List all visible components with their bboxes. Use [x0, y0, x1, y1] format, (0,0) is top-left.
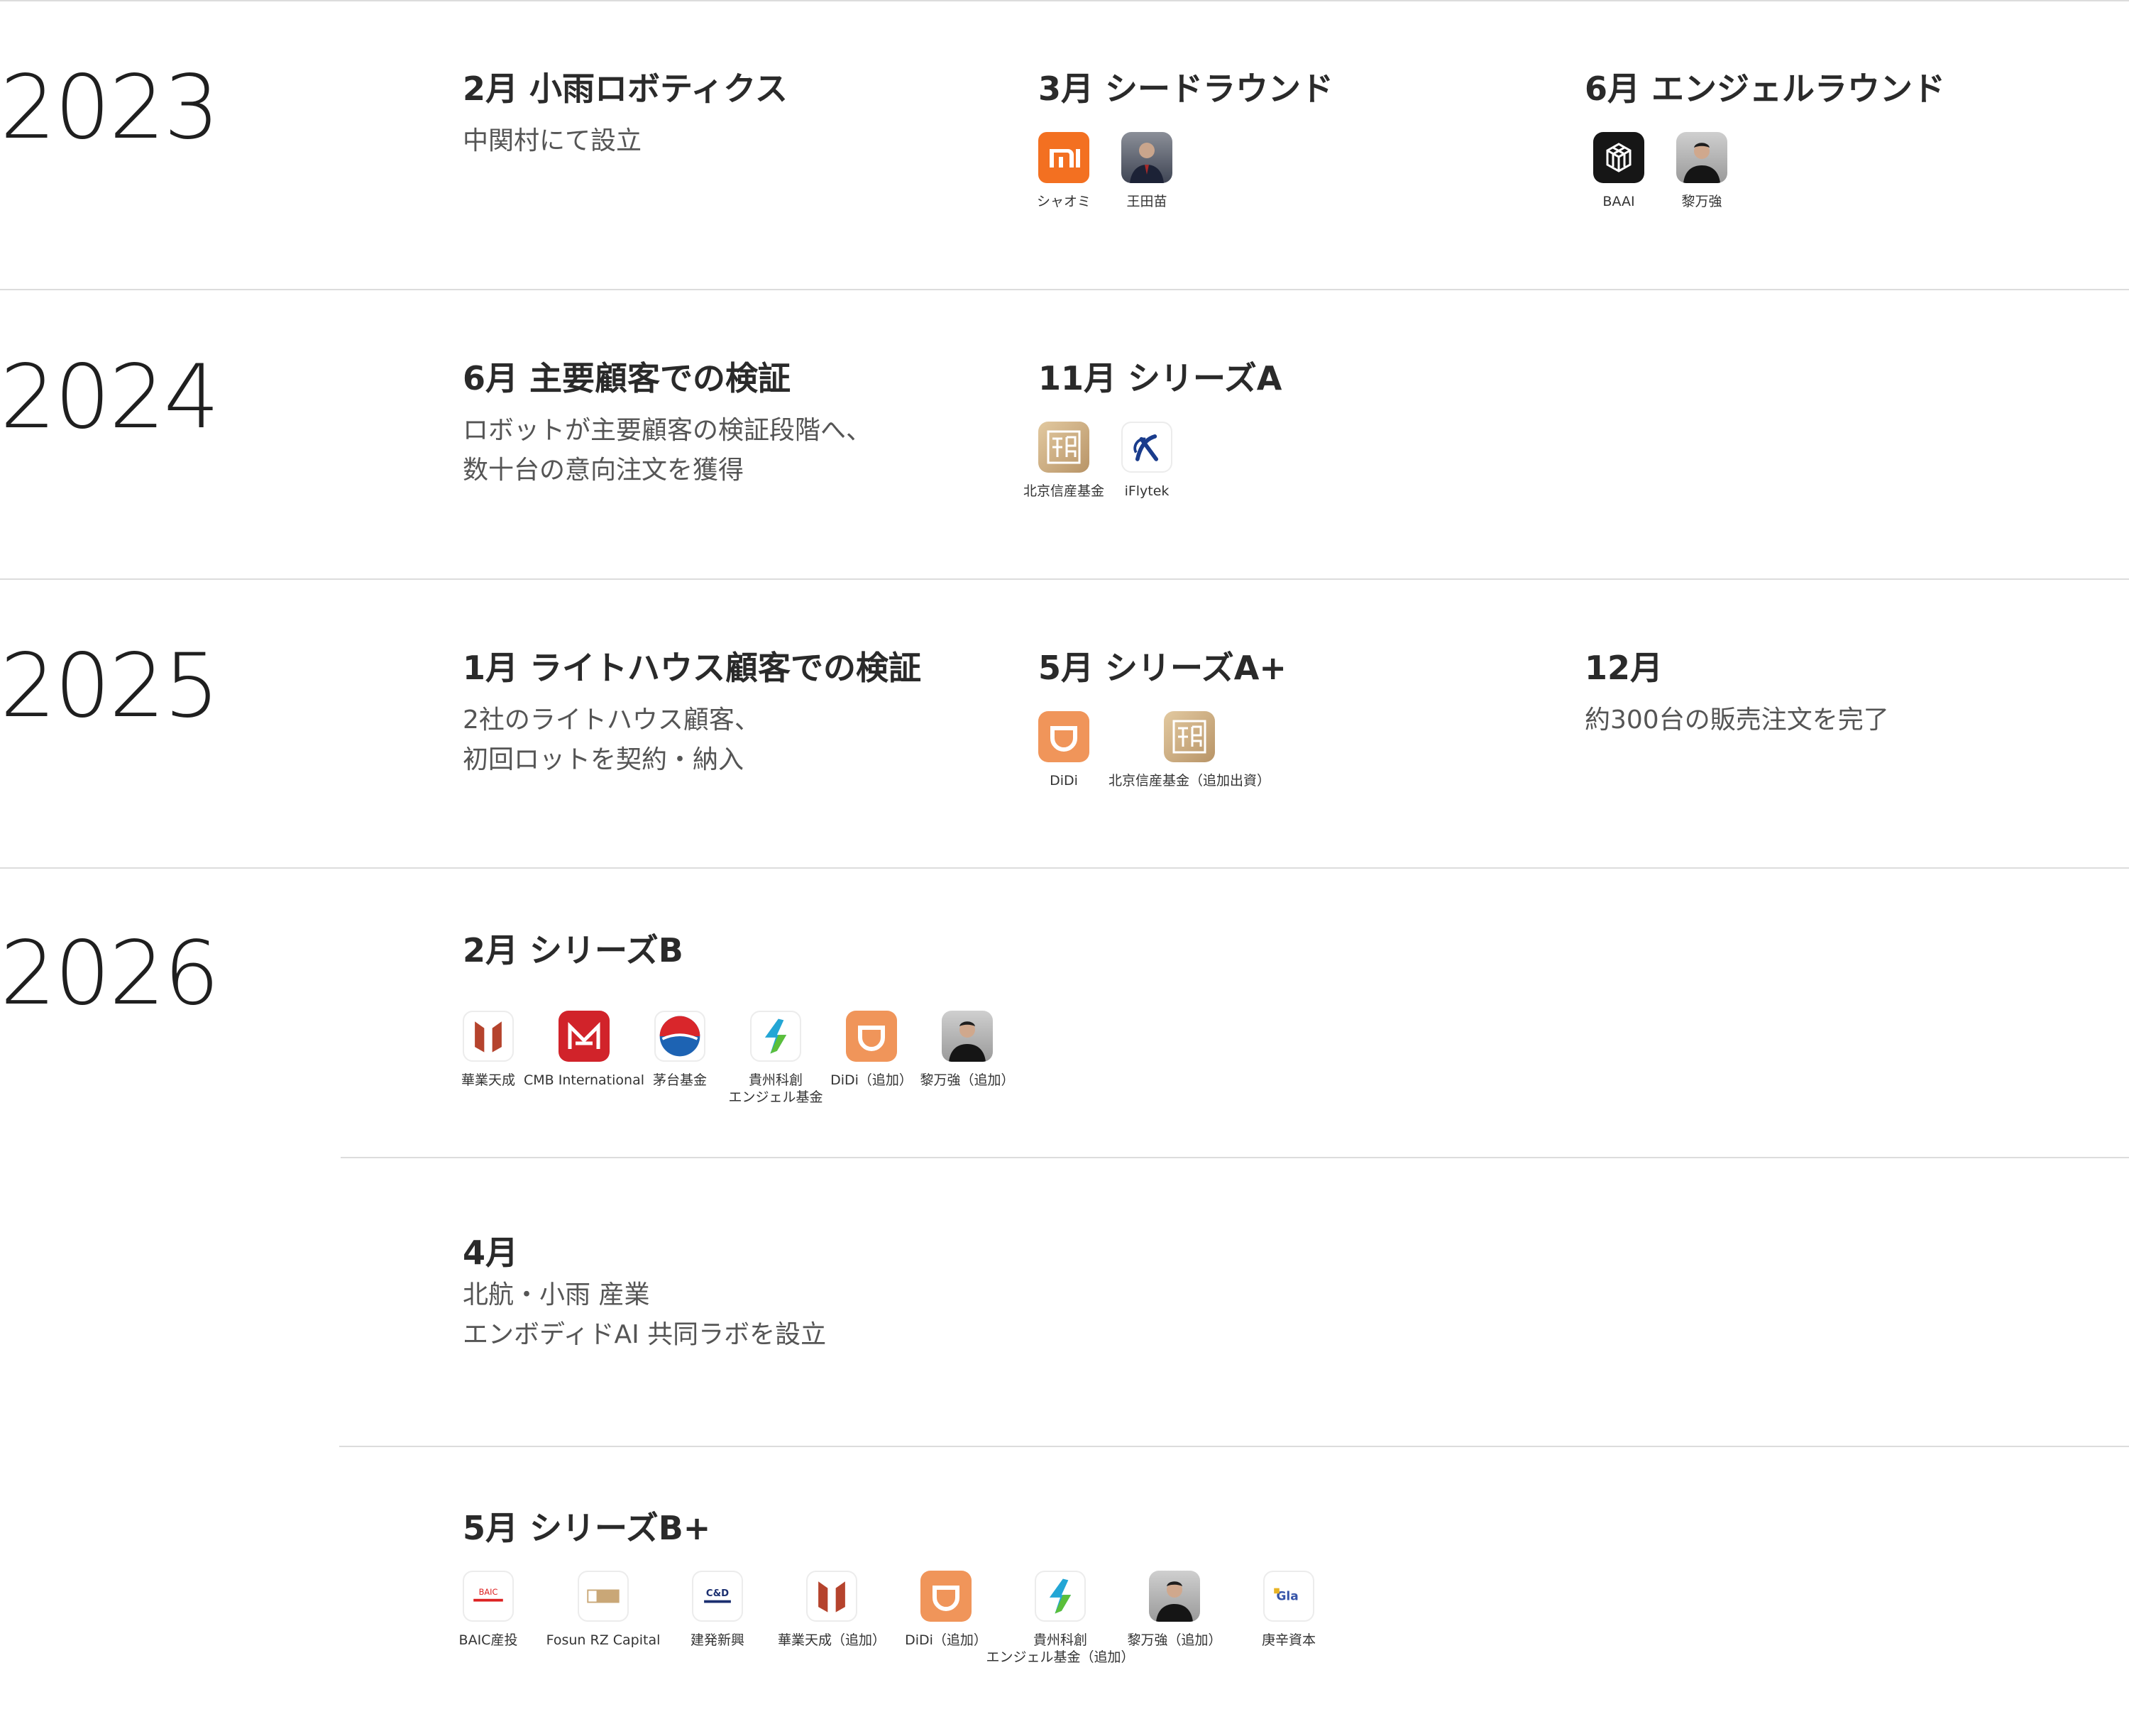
event-title: 6月 エンジェルラウンド [1585, 70, 1946, 108]
person-photo-icon [1121, 132, 1172, 183]
divider [339, 1446, 2129, 1447]
year-2025: 2025 [0, 635, 220, 737]
guizhou-logo-icon [750, 1011, 801, 1062]
huaye-logo-icon [806, 1571, 857, 1622]
investor-name: 庚辛資本 [1261, 1632, 1316, 1648]
guizhou-logo-icon [1035, 1571, 1086, 1622]
event-2025-may: 5月 シリーズA+ [1038, 649, 1287, 688]
event-description: 約300台の販売注文を完了 [1585, 705, 1889, 735]
year-2023: 2023 [0, 57, 220, 159]
event-title: 1月 ライトハウス顧客での検証 [463, 649, 922, 687]
person-photo-icon [1149, 1571, 1200, 1622]
svg-text:C&D: C&D [706, 1588, 729, 1599]
fosun-logo-icon [578, 1571, 629, 1622]
event-2023-jun: 6月 エンジェルラウンド [1585, 70, 1945, 109]
event-description: ロボットが主要顧客の検証段階へ、 数十台の意向注文を獲得 [463, 416, 872, 485]
event-2026-may: 5月 シリーズB+ [463, 1509, 710, 1548]
event-2023-mar: 3月 シードラウンド [1038, 70, 1333, 109]
beijing-fund-logo-icon [1038, 422, 1089, 473]
event-2023-feb: 2月 小雨ロボティクス 中関村にて設立 [463, 70, 788, 161]
baai-logo-icon [1593, 132, 1644, 183]
event-2025-jan: 1月 ライトハウス顧客での検証 2社のライトハウス顧客、 初回ロットを契約・納入 [463, 649, 921, 780]
baic-logo-icon: BAIC [463, 1571, 514, 1622]
person-photo-icon [942, 1011, 993, 1062]
didi-logo-icon [1038, 711, 1089, 762]
event-description: 2社のライトハウス顧客、 初回ロットを契約・納入 [463, 705, 760, 775]
event-title: 12月 [1585, 649, 1663, 687]
divider [0, 867, 2129, 869]
divider [341, 1157, 2129, 1158]
svg-text:Gla: Gla [1276, 1590, 1298, 1604]
investor-name: 黎万強 [1681, 194, 1722, 209]
event-title: 2月 小雨ロボティクス [463, 70, 788, 108]
event-title: 2月 シリーズB [463, 931, 683, 969]
investor-name: 黎万強（追加） [920, 1072, 1015, 1088]
beijing-fund-logo-icon [1164, 711, 1215, 762]
event-2025-dec: 12月 約300台の販売注文を完了 [1585, 649, 1889, 740]
event-description: 中関村にて設立 [463, 126, 642, 156]
event-2024-nov: 11月 シリーズA [1038, 359, 1282, 398]
cd-logo-icon: C&D [692, 1571, 743, 1622]
didi-logo-icon [920, 1571, 972, 1622]
divider [0, 0, 2129, 1]
event-2024-jun: 6月 主要顧客での検証 ロボットが主要顧客の検証段階へ、 数十台の意向注文を獲得 [463, 359, 871, 490]
moutai-logo-icon [654, 1011, 705, 1062]
event-title: 5月 シリーズA+ [1038, 649, 1287, 687]
event-title: 3月 シードラウンド [1038, 70, 1334, 108]
investor-name: 王田苗 [1126, 194, 1167, 209]
event-title: 5月 シリーズB+ [463, 1509, 711, 1547]
event-2026-apr: 4月 北航・小雨 産業 エンボディドAI 共同ラボを設立 [463, 1234, 826, 1355]
investor-name: 北京信産基金（追加出資） [1108, 773, 1270, 789]
divider [0, 578, 2129, 580]
event-title: 4月 [463, 1234, 519, 1272]
year-2024: 2024 [0, 346, 220, 449]
investor-name: iFlytek [1124, 483, 1170, 499]
event-2026-feb: 2月 シリーズB [463, 931, 683, 970]
gengxin-logo-icon: Gla [1263, 1571, 1314, 1622]
xiaomi-logo-icon [1038, 132, 1089, 183]
didi-logo-icon [846, 1011, 897, 1062]
divider [0, 289, 2129, 290]
event-title: 11月 シリーズA [1038, 359, 1282, 397]
year-2026: 2026 [0, 923, 220, 1025]
svg-text:BAIC: BAIC [479, 1587, 498, 1597]
person-photo-icon [1676, 132, 1727, 183]
iflytek-logo-icon [1121, 422, 1172, 473]
cmb-logo-icon [559, 1011, 610, 1062]
event-title: 6月 主要顧客での検証 [463, 359, 791, 397]
huaye-logo-icon [463, 1011, 514, 1062]
event-description: 北航・小雨 産業 エンボディドAI 共同ラボを設立 [463, 1280, 827, 1350]
